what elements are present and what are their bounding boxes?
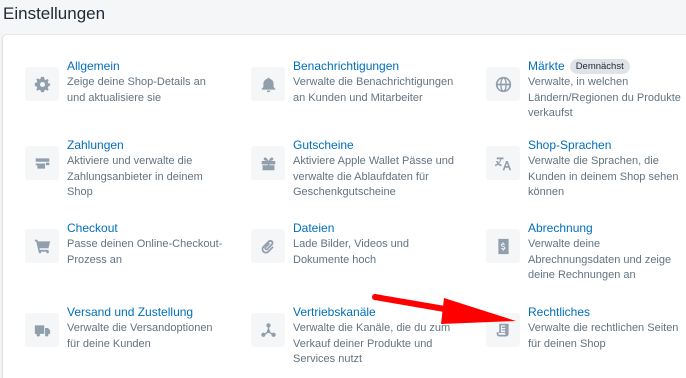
globe-icon <box>486 67 520 101</box>
settings-item-zahlungen[interactable]: Zahlungen Aktiviere und verwalte die Zahl… <box>25 137 203 201</box>
truck-icon <box>25 313 59 347</box>
item-title[interactable]: Abrechnung <box>528 221 593 236</box>
item-title[interactable]: Gutscheine <box>293 138 354 153</box>
item-description: Aktiviere Apple Wallet Pässe und verwalte… <box>293 155 455 198</box>
settings-item-benachrichtigungen[interactable]: Benachrichtigungen Verwalte die Benachri… <box>251 58 453 106</box>
item-title[interactable]: Versand und Zustellung <box>67 305 193 320</box>
payment-card-icon <box>25 146 59 180</box>
settings-item-allgemein[interactable]: Allgemein Zeige deine Shop-Details an und… <box>25 58 206 106</box>
translate-icon <box>486 146 520 180</box>
settings-item-versand[interactable]: Versand und Zustellung Verwalte die Vers… <box>25 304 213 352</box>
gift-icon <box>251 146 285 180</box>
legal-document-icon <box>486 313 520 347</box>
item-title[interactable]: Shop-Sprachen <box>528 138 611 153</box>
item-description: Lade Bilder, Videos und Dokumente hoch <box>293 238 409 266</box>
billing-icon <box>486 229 520 263</box>
item-title[interactable]: Zahlungen <box>67 138 124 153</box>
settings-item-maerkte[interactable]: Märkte Demnächst Verwalte, in welchen Län… <box>486 58 681 122</box>
paperclip-icon <box>251 229 285 263</box>
item-description: Verwalte die Benachrichtigungen an Kunden… <box>293 76 454 104</box>
item-description: Passe deinen Online-Checkout- Prozess an <box>67 238 223 266</box>
item-title[interactable]: Rechtliches <box>528 305 590 320</box>
item-title[interactable]: Benachrichtigungen <box>293 59 399 74</box>
item-description: Verwalte die Sprachen, die Kunden in dein… <box>528 155 679 198</box>
bell-icon <box>251 67 285 101</box>
item-description: Verwalte die Kanäle, die du zum Verkauf d… <box>293 322 451 365</box>
item-title[interactable]: Allgemein <box>67 59 120 74</box>
settings-item-vertriebskanaele[interactable]: Vertriebskanäle Verwalte die Kanäle, die… <box>251 304 450 368</box>
channels-icon <box>251 313 285 347</box>
settings-item-abrechnung[interactable]: Abrechnung Verwalte deine Abrechnungsdate… <box>486 220 671 284</box>
item-title[interactable]: Checkout <box>67 221 118 236</box>
status-badge: Demnächst <box>569 59 630 74</box>
item-description: Verwalte deine Abrechnungsdaten und zeige… <box>528 238 672 281</box>
settings-item-gutscheine[interactable]: Gutscheine Aktiviere Apple Wallet Pässe … <box>251 137 454 201</box>
item-description: Zeige deine Shop-Details an und aktualisi… <box>67 76 206 104</box>
item-description: Verwalte die rechtlichen Seiten für deine… <box>528 322 679 350</box>
cart-icon <box>25 229 59 263</box>
item-description: Verwalte die Versandoptionen für deine Ku… <box>67 322 213 350</box>
settings-item-checkout[interactable]: Checkout Passe deinen Online-Checkout- Pr… <box>25 220 222 268</box>
page-title: Einstellungen <box>3 4 106 23</box>
item-description: Aktiviere und verwalte die Zahlungsanbiet… <box>67 155 203 198</box>
gear-icon <box>25 67 59 101</box>
settings-item-dateien[interactable]: Dateien Lade Bilder, Videos und Dokumente… <box>251 220 409 268</box>
item-title[interactable]: Dateien <box>293 221 334 236</box>
item-title[interactable]: Vertriebskanäle <box>293 305 376 320</box>
settings-item-rechtliches[interactable]: Rechtliches Verwalte die rechtlichen Sei… <box>486 304 678 352</box>
item-title[interactable]: Märkte <box>528 59 565 74</box>
item-description: Verwalte, in welchen Ländern/Regionen du … <box>528 76 681 119</box>
settings-item-shop-sprachen[interactable]: Shop-Sprachen Verwalte die Sprachen, die… <box>486 137 678 201</box>
